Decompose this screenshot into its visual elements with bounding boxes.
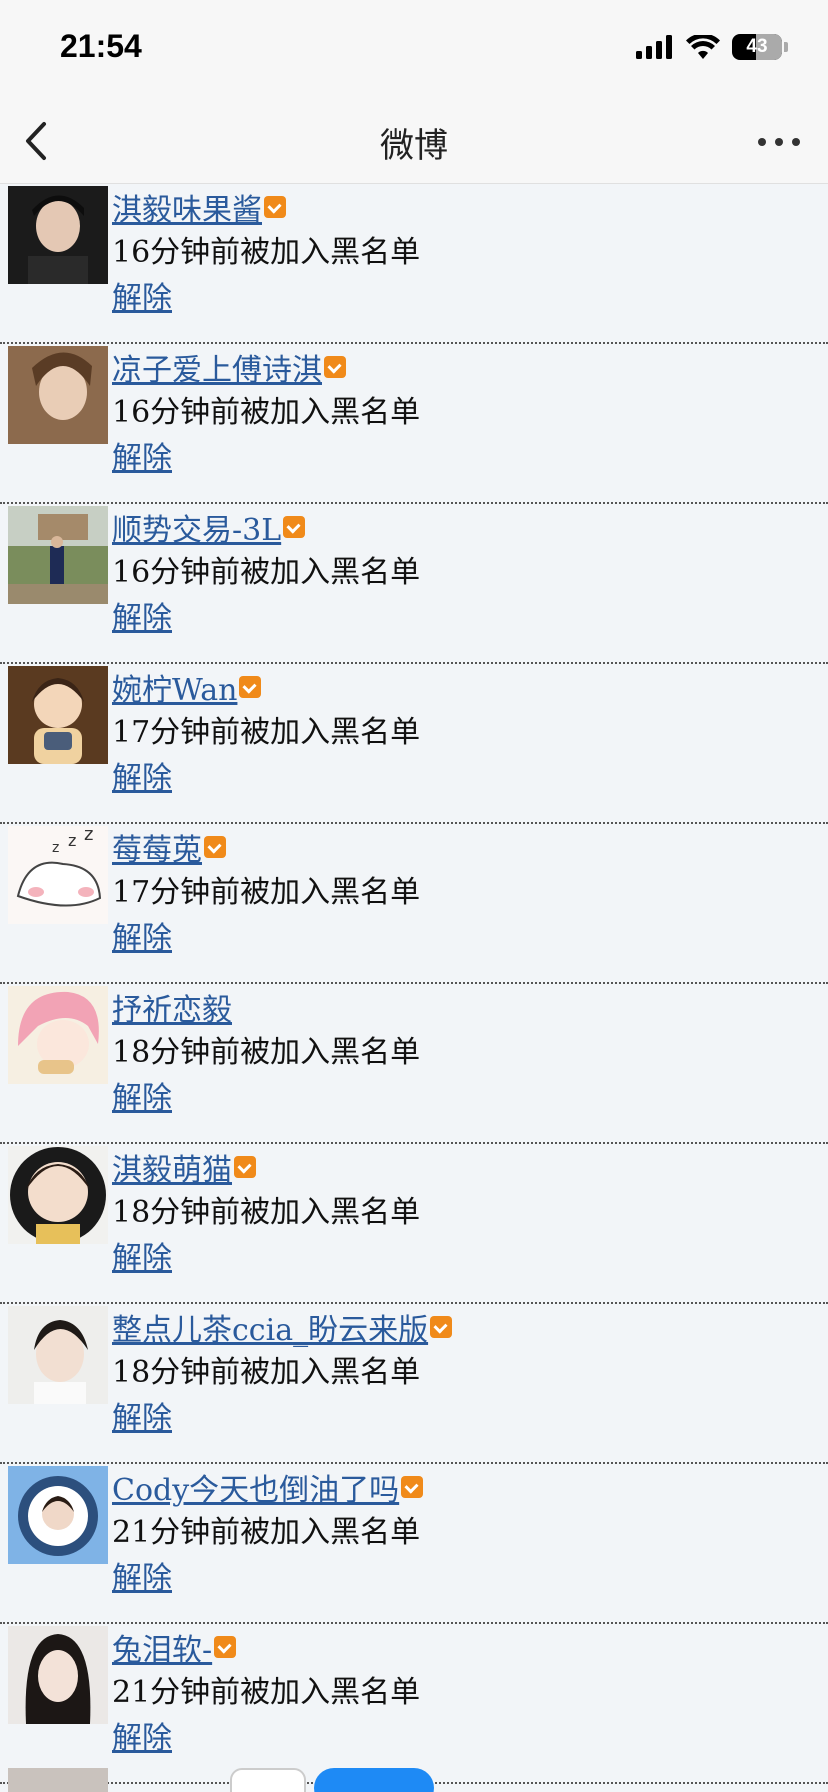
verified-badge-icon <box>214 1636 237 1658</box>
blacklist-item: 淇毅味果酱 16分钟前被加入黑名单 解除 <box>0 184 828 344</box>
blacklist-time: 17分钟前被加入黑名单 <box>112 715 421 750</box>
blacklist-time: 16分钟前被加入黑名单 <box>112 555 421 590</box>
user-name-link[interactable]: 凉子爱上傅诗淇 <box>112 345 322 389</box>
user-name-link[interactable]: 淇毅萌猫 <box>112 1145 232 1189</box>
unblock-link[interactable]: 解除 <box>112 436 172 482</box>
user-avatar[interactable] <box>8 346 108 444</box>
blacklist-item: Cody今天也倒油了吗 21分钟前被加入黑名单 解除 <box>0 1464 828 1624</box>
blacklist-item: 顺势交易-3L 16分钟前被加入黑名单 解除 <box>0 504 828 664</box>
user-avatar[interactable] <box>8 1466 108 1564</box>
blacklist-time: 18分钟前被加入黑名单 <box>112 1195 421 1230</box>
battery-icon: 43 <box>732 34 782 60</box>
blacklist-item: 抒祈恋毅 18分钟前被加入黑名单 解除 <box>0 984 828 1144</box>
status-bar: 21:54 43 <box>0 0 828 98</box>
user-name-link[interactable]: 兔泪软- <box>112 1625 212 1669</box>
blacklist-time: 21分钟前被加入黑名单 <box>112 1675 421 1710</box>
user-name-link[interactable]: 抒祈恋毅 <box>112 985 232 1029</box>
status-icons: 43 <box>636 34 788 60</box>
unblock-link[interactable]: 解除 <box>112 596 172 642</box>
page-input[interactable] <box>230 1768 306 1792</box>
blacklist-item: 兔泪软- 21分钟前被加入黑名单 解除 <box>0 1624 828 1784</box>
page-title: 微博 <box>380 126 448 166</box>
user-name-link[interactable]: 婉柠Wan <box>112 665 237 709</box>
blacklist-item: 凉子爱上傅诗淇 16分钟前被加入黑名单 解除 <box>0 344 828 504</box>
blacklist-item: 婉柠Wan 17分钟前被加入黑名单 解除 <box>0 664 828 824</box>
blacklist-item: 整点儿茶ccia_盼云来版 18分钟前被加入黑名单 解除 <box>0 1304 828 1464</box>
unblock-link[interactable]: 解除 <box>112 1556 172 1602</box>
user-avatar[interactable] <box>8 1146 108 1244</box>
user-avatar[interactable] <box>8 1306 108 1404</box>
blacklist-time: 16分钟前被加入黑名单 <box>112 395 421 430</box>
more-options-icon[interactable] <box>754 122 804 162</box>
unblock-link[interactable]: 解除 <box>112 1396 172 1442</box>
unblock-link[interactable]: 解除 <box>112 756 172 802</box>
unblock-link[interactable]: 解除 <box>112 1716 172 1762</box>
verified-badge-icon <box>264 196 286 218</box>
pagination-stub <box>0 1764 828 1792</box>
user-avatar[interactable]: z z z <box>8 826 108 924</box>
user-avatar[interactable] <box>8 666 108 764</box>
user-name-link[interactable]: 莓莓莵 <box>112 825 202 869</box>
blacklist-item: 淇毅萌猫 18分钟前被加入黑名单 解除 <box>0 1144 828 1304</box>
go-page-button[interactable] <box>314 1768 434 1792</box>
verified-badge-icon <box>401 1476 424 1498</box>
user-name-link[interactable]: 淇毅味果酱 <box>112 185 262 229</box>
verified-badge-icon <box>283 516 306 538</box>
user-avatar[interactable] <box>8 986 108 1084</box>
verified-badge-icon <box>204 836 226 858</box>
svg-text:z: z <box>84 826 93 845</box>
blacklist-time: 18分钟前被加入黑名单 <box>112 1035 421 1070</box>
user-name-link[interactable]: 顺势交易-3L <box>112 505 281 549</box>
user-name-link[interactable]: Cody今天也倒油了吗 <box>112 1465 399 1509</box>
battery-nub <box>784 42 788 52</box>
status-time: 21:54 <box>60 28 142 64</box>
unblock-link[interactable]: 解除 <box>112 916 172 962</box>
svg-text:z: z <box>68 831 76 850</box>
blacklist-time: 16分钟前被加入黑名单 <box>112 235 421 270</box>
user-avatar[interactable] <box>8 506 108 604</box>
unblock-link[interactable]: 解除 <box>112 1236 172 1282</box>
svg-text:z: z <box>52 840 59 856</box>
user-avatar <box>8 1768 108 1792</box>
verified-badge-icon <box>239 676 262 698</box>
blacklist-time: 18分钟前被加入黑名单 <box>112 1355 421 1390</box>
signal-icon <box>636 35 672 59</box>
wifi-icon <box>686 35 720 59</box>
user-avatar[interactable] <box>8 186 108 284</box>
verified-badge-icon <box>234 1156 256 1178</box>
user-avatar[interactable] <box>8 1626 108 1724</box>
unblock-link[interactable]: 解除 <box>112 276 172 322</box>
verified-badge-icon <box>430 1316 453 1338</box>
blacklist-time: 17分钟前被加入黑名单 <box>112 875 421 910</box>
blacklist-item: z z z 莓莓莵 17分钟前被加入黑名单 解除 <box>0 824 828 984</box>
verified-badge-icon <box>324 356 346 378</box>
nav-bar: 微博 <box>0 98 828 184</box>
user-name-link[interactable]: 整点儿茶ccia_盼云来版 <box>112 1305 428 1349</box>
blacklist-time: 21分钟前被加入黑名单 <box>112 1515 421 1550</box>
blacklist-list: 淇毅味果酱 16分钟前被加入黑名单 解除 凉子爱上傅诗淇 16分钟前被加入黑名单… <box>0 184 828 1784</box>
battery-level: 43 <box>746 36 768 57</box>
unblock-link[interactable]: 解除 <box>112 1076 172 1122</box>
